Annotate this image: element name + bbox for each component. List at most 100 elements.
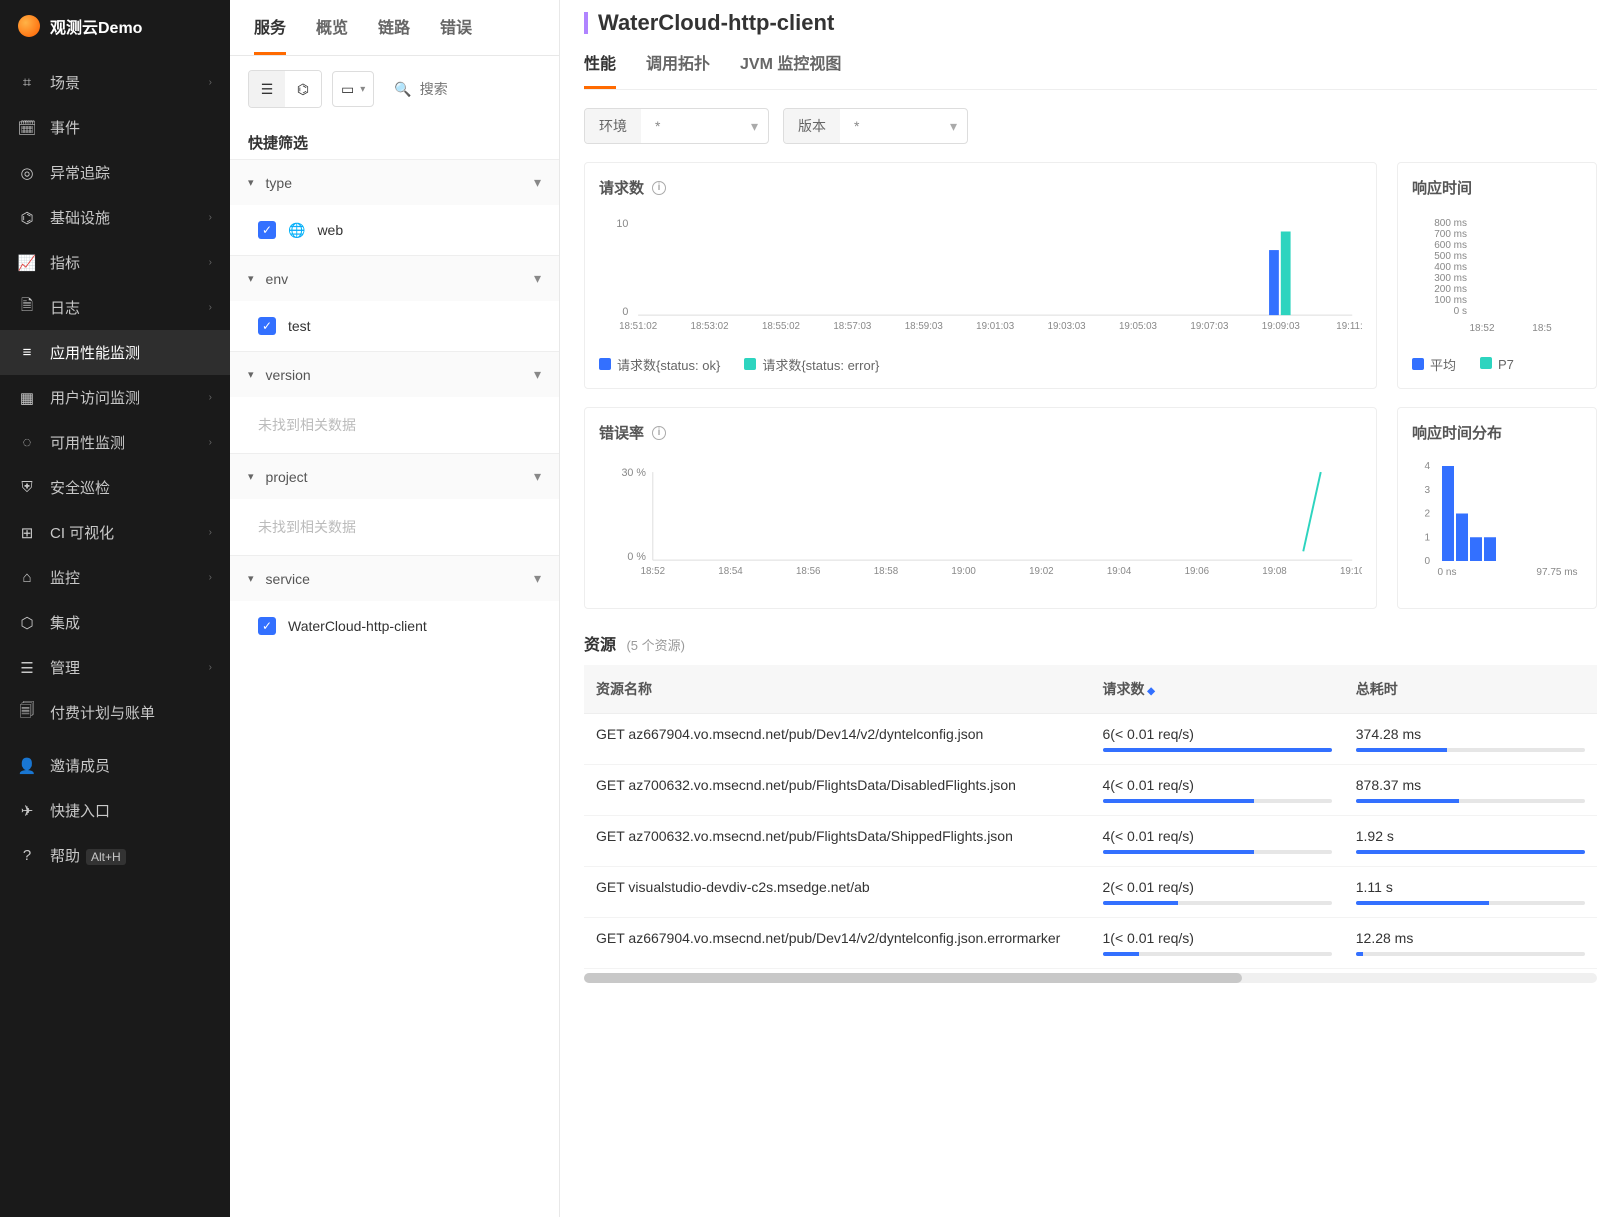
svg-text:300 ms: 300 ms: [1434, 273, 1467, 284]
svg-text:19:07:03: 19:07:03: [1190, 321, 1228, 332]
request-count: 2(< 0.01 req/s): [1091, 867, 1344, 918]
detail-tab-JVM 监控视图[interactable]: JVM 监控视图: [740, 50, 841, 89]
filter-config-icon[interactable]: ▾: [534, 366, 541, 383]
nav-快捷入口[interactable]: ✈快捷入口: [0, 788, 230, 833]
legend-item[interactable]: 请求数{status: ok}: [599, 355, 720, 374]
nav-安全巡检[interactable]: ⛨安全巡检: [0, 465, 230, 510]
nav-可用性监测[interactable]: ◌可用性监测›: [0, 420, 230, 465]
latency-chart-svg: 800 ms700 ms600 ms500 ms400 ms300 ms200 …: [1412, 206, 1582, 346]
svg-text:4: 4: [1424, 461, 1430, 472]
error-rate-chart-svg: 30 %0 %18:5218:5418:5618:5819:0019:0219:…: [599, 451, 1362, 591]
nav-付费计划与账单[interactable]: 🗐付费计划与账单: [0, 690, 230, 735]
filter-head[interactable]: ▾env▾: [230, 256, 559, 301]
latency-legend: 平均 P7: [1412, 355, 1582, 374]
legend-item[interactable]: 请求数{status: error}: [744, 355, 879, 374]
search-box[interactable]: 🔍: [384, 71, 541, 107]
search-input[interactable]: [420, 81, 531, 97]
resource-name: GET az700632.vo.msecnd.net/pub/FlightsDa…: [584, 765, 1091, 816]
tab-概览[interactable]: 概览: [316, 14, 348, 55]
svg-text:97.75 ms: 97.75 ms: [1536, 567, 1577, 578]
checkbox-icon[interactable]: ✓: [258, 317, 276, 335]
chevron-right-icon: ›: [209, 77, 212, 88]
detail-panel: WaterCloud-http-client 性能调用拓扑JVM 监控视图 环境…: [560, 0, 1621, 1217]
checkbox-icon[interactable]: ✓: [258, 221, 276, 239]
filter-head[interactable]: ▾project▾: [230, 454, 559, 499]
chevron-down-icon: ▾: [248, 176, 254, 189]
combo-版本[interactable]: 版本*▾: [783, 108, 968, 144]
filter-item[interactable]: ✓test: [248, 311, 541, 341]
table-row[interactable]: GET visualstudio-devdiv-c2s.msedge.net/a…: [584, 867, 1597, 918]
nav-icon: ⌬: [18, 209, 36, 227]
nav-监控[interactable]: ⌂监控›: [0, 555, 230, 600]
title-accent: [584, 12, 588, 34]
nav-用户访问监测[interactable]: ▦用户访问监测›: [0, 375, 230, 420]
table-row[interactable]: GET az667904.vo.msecnd.net/pub/Dev14/v2/…: [584, 714, 1597, 765]
table-row[interactable]: GET az667904.vo.msecnd.net/pub/Dev14/v2/…: [584, 918, 1597, 969]
nav-应用性能监测[interactable]: ≡应用性能监测: [0, 330, 230, 375]
detail-tab-调用拓扑[interactable]: 调用拓扑: [646, 50, 710, 89]
nav-指标[interactable]: 📈指标›: [0, 240, 230, 285]
chevron-right-icon: ›: [209, 257, 212, 268]
filter-combos: 环境*▾ 版本*▾: [584, 108, 1597, 144]
col-header[interactable]: 总耗时: [1344, 665, 1597, 714]
latency-chart: 响应时间 800 ms700 ms600 ms500 ms400 ms300 m…: [1397, 162, 1597, 389]
filter-config-icon[interactable]: ▾: [534, 570, 541, 587]
nav-事件[interactable]: 🗓事件: [0, 105, 230, 150]
total-duration: 374.28 ms: [1344, 714, 1597, 765]
total-duration: 1.92 s: [1344, 816, 1597, 867]
col-header[interactable]: 资源名称: [584, 665, 1091, 714]
filter-config-icon[interactable]: ▾: [534, 174, 541, 191]
request-count: 4(< 0.01 req/s): [1091, 765, 1344, 816]
nav-帮助[interactable]: ?帮助Alt+H: [0, 833, 230, 878]
nav-icon: ⬡: [18, 614, 36, 632]
info-icon[interactable]: i: [652, 181, 666, 195]
table-row[interactable]: GET az700632.vo.msecnd.net/pub/FlightsDa…: [584, 765, 1597, 816]
info-icon[interactable]: i: [652, 426, 666, 440]
nav-邀请成员[interactable]: 👤邀请成员: [0, 743, 230, 788]
checkbox-icon[interactable]: ✓: [258, 617, 276, 635]
chevron-down-icon: ▾: [940, 109, 967, 143]
filter-group-project: ▾project▾未找到相关数据: [230, 453, 559, 555]
list-view-button[interactable]: ☰: [249, 71, 285, 107]
tab-错误[interactable]: 错误: [440, 14, 472, 55]
legend-item[interactable]: 平均: [1412, 355, 1456, 374]
total-duration: 878.37 ms: [1344, 765, 1597, 816]
svg-text:800 ms: 800 ms: [1434, 218, 1467, 229]
svg-text:18:52: 18:52: [641, 566, 665, 577]
filter-head[interactable]: ▾version▾: [230, 352, 559, 397]
nav-icon: 🗎: [18, 299, 36, 317]
nav-集成[interactable]: ⬡集成: [0, 600, 230, 645]
tab-服务[interactable]: 服务: [254, 14, 286, 55]
table-row[interactable]: GET az700632.vo.msecnd.net/pub/FlightsDa…: [584, 816, 1597, 867]
nav-基础设施[interactable]: ⌬基础设施›: [0, 195, 230, 240]
tree-view-button[interactable]: ⌬: [285, 71, 321, 107]
filter-item[interactable]: ✓WaterCloud-http-client: [248, 611, 541, 641]
svg-text:18:54: 18:54: [718, 566, 743, 577]
tab-链路[interactable]: 链路: [378, 14, 410, 55]
layout-select[interactable]: ▭ ▾: [332, 71, 374, 107]
chevron-right-icon: ›: [209, 302, 212, 313]
nav-管理[interactable]: ☰管理›: [0, 645, 230, 690]
svg-text:2: 2: [1424, 509, 1430, 520]
detail-tab-性能[interactable]: 性能: [584, 50, 616, 89]
col-header[interactable]: 请求数 ◆: [1091, 665, 1344, 714]
legend-item[interactable]: P7: [1480, 357, 1514, 372]
filter-head[interactable]: ▾type▾: [230, 160, 559, 205]
nav-日志[interactable]: 🗎日志›: [0, 285, 230, 330]
filter-config-icon[interactable]: ▾: [534, 270, 541, 287]
filter-head[interactable]: ▾service▾: [230, 556, 559, 601]
combo-环境[interactable]: 环境*▾: [584, 108, 769, 144]
brand-logo[interactable]: 观测云Demo: [0, 0, 230, 52]
nav-异常追踪[interactable]: ◎异常追踪: [0, 150, 230, 195]
nav-CI 可视化[interactable]: ⊞CI 可视化›: [0, 510, 230, 555]
nav-场景[interactable]: ⌗场景›: [0, 60, 230, 105]
filter-item[interactable]: ✓🌐web: [248, 215, 541, 245]
filter-config-icon[interactable]: ▾: [534, 468, 541, 485]
nav-icon: ◎: [18, 164, 36, 182]
svg-text:18:57:03: 18:57:03: [833, 321, 871, 332]
chevron-down-icon: ▾: [248, 272, 254, 285]
horizontal-scrollbar[interactable]: [584, 973, 1597, 983]
svg-text:19:11:0: 19:11:0: [1336, 321, 1362, 332]
request-count: 6(< 0.01 req/s): [1091, 714, 1344, 765]
svg-text:19:01:03: 19:01:03: [976, 321, 1014, 332]
